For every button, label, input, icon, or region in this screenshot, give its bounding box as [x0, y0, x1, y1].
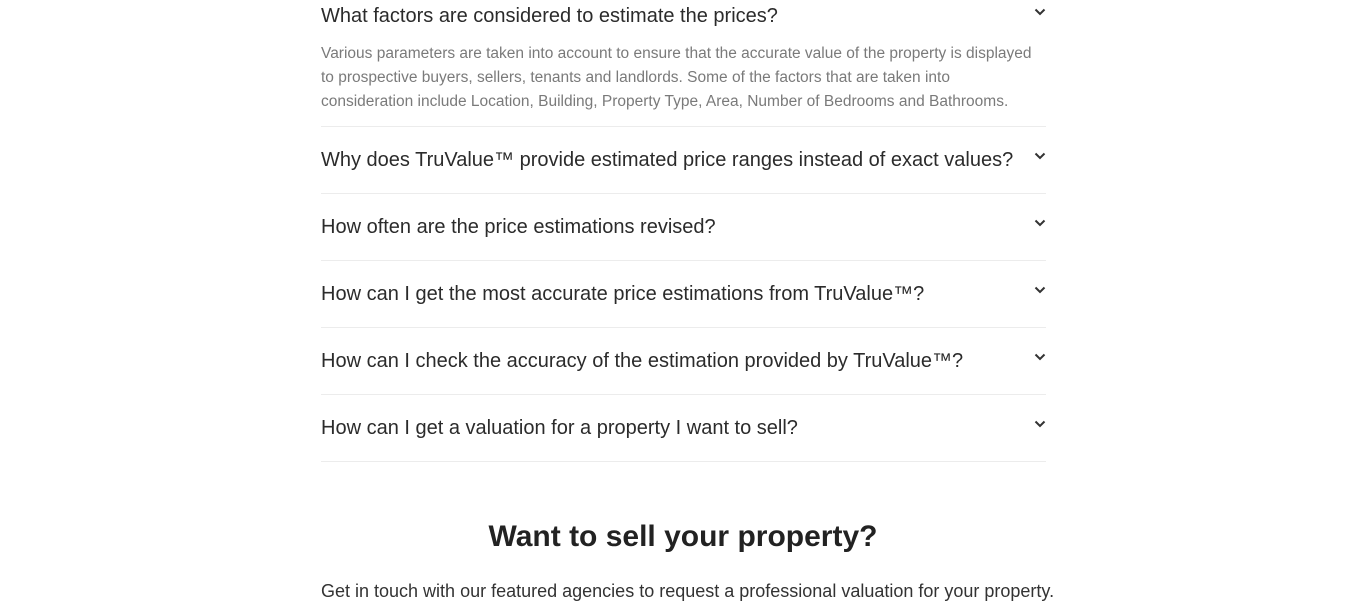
chevron-down-icon[interactable]	[1034, 7, 1046, 17]
faq-item-revision-frequency[interactable]: How often are the price estimations revi…	[321, 194, 1046, 261]
chevron-down-icon[interactable]	[1034, 218, 1046, 228]
faq-question[interactable]: What factors are considered to estimate …	[321, 4, 1006, 28]
faq-question[interactable]: How can I check the accuracy of the esti…	[321, 349, 1006, 373]
faq-question[interactable]: How can I get a valuation for a property…	[321, 416, 1006, 440]
faq-list: What factors are considered to estimate …	[321, 0, 1046, 462]
faq-question[interactable]: How often are the price estimations revi…	[321, 215, 1006, 239]
sell-section: Want to sell your property?	[0, 516, 1366, 558]
chevron-down-icon[interactable]	[1034, 151, 1046, 161]
faq-question[interactable]: How can I get the most accurate price es…	[321, 282, 1006, 306]
faq-item-price-factors: What factors are considered to estimate …	[321, 0, 1046, 127]
faq-item-price-ranges[interactable]: Why does TruValue™ provide estimated pri…	[321, 127, 1046, 194]
faq-item-valuation-to-sell[interactable]: How can I get a valuation for a property…	[321, 395, 1046, 462]
faq-answer: Various parameters are taken into accoun…	[321, 45, 1032, 110]
faq-question[interactable]: Why does TruValue™ provide estimated pri…	[321, 148, 1013, 172]
faq-item-accurate-estimations[interactable]: How can I get the most accurate price es…	[321, 261, 1046, 328]
sell-description: Get in touch with our featured agencies …	[321, 581, 1055, 601]
chevron-down-icon[interactable]	[1034, 419, 1046, 429]
faq-item-check-accuracy[interactable]: How can I check the accuracy of the esti…	[321, 328, 1046, 395]
sell-title: Want to sell your property?	[488, 520, 878, 553]
chevron-down-icon[interactable]	[1034, 352, 1046, 362]
chevron-down-icon[interactable]	[1034, 285, 1046, 295]
